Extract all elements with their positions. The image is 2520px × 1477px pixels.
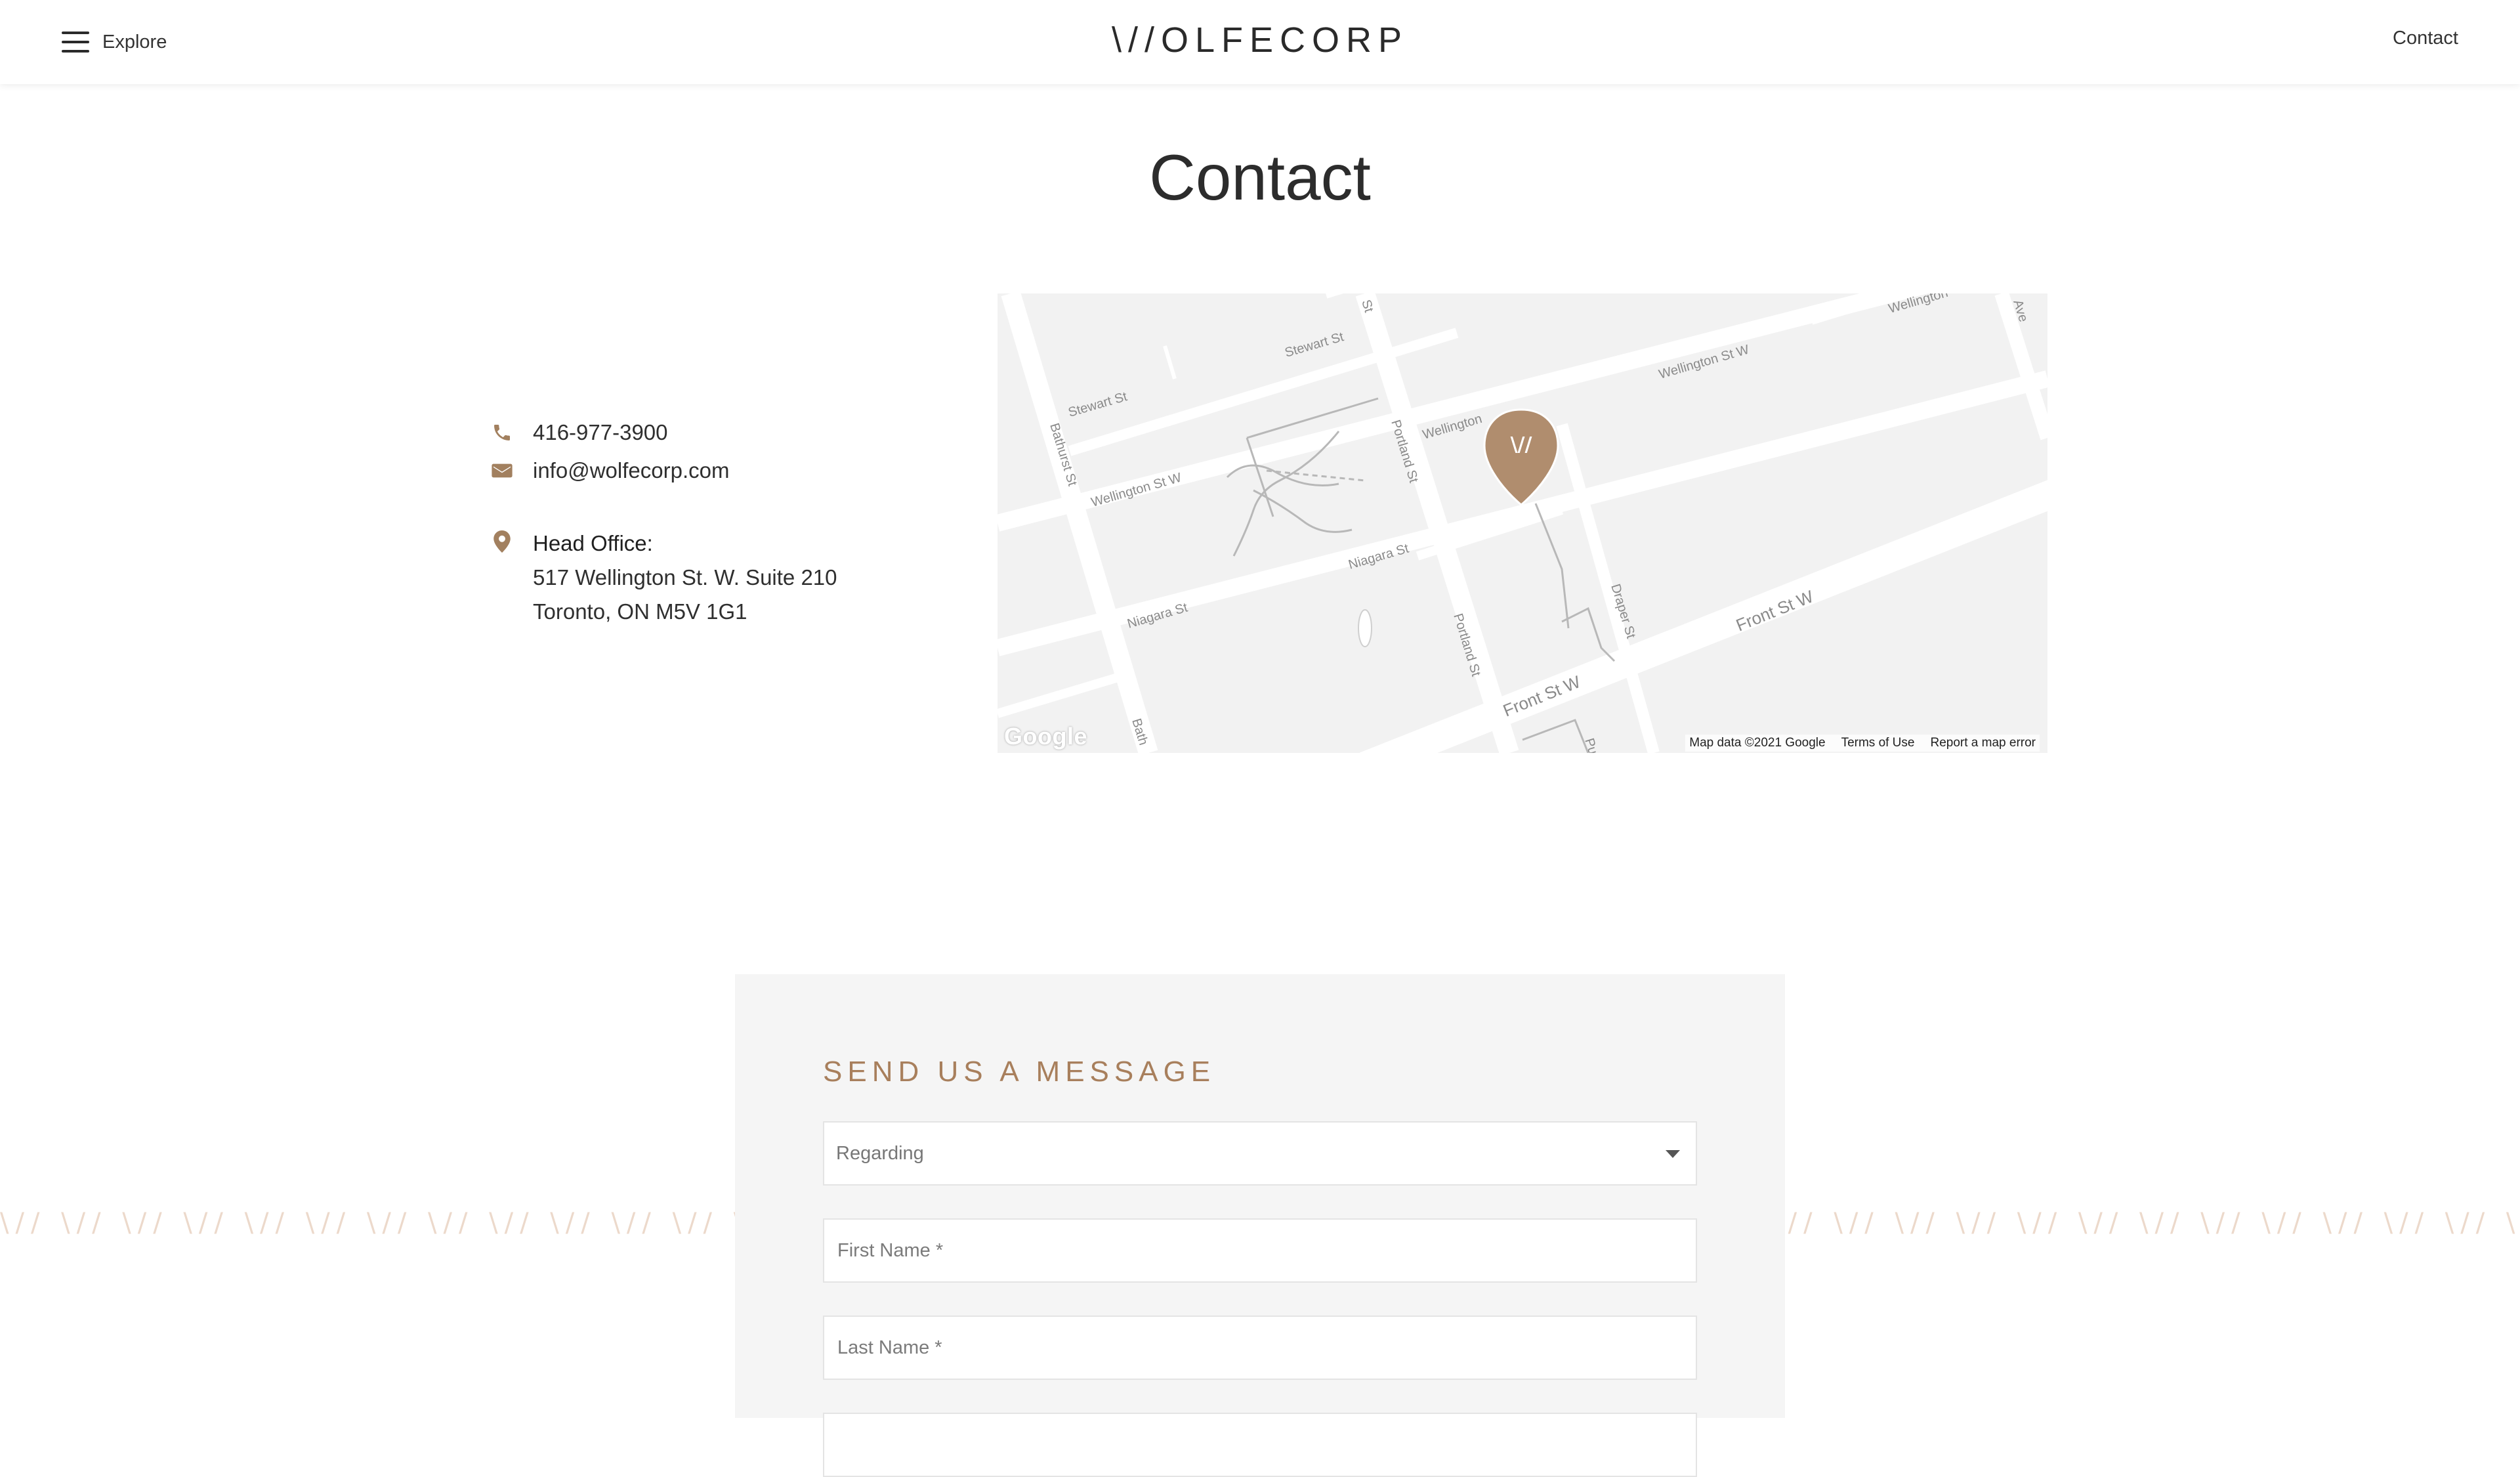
map-label-stewart-right: Stewart St [1283,330,1345,360]
map-label-pu: Pu [1582,737,1600,753]
regarding-select[interactable]: Regarding [823,1121,1697,1186]
first-name-input[interactable] [836,1219,1696,1282]
contact-info: 416-977-3900 info@wolfecorp.com Head Off… [491,414,837,629]
terms-of-use-link[interactable]: Terms of Use [1841,736,1915,750]
phone-row: 416-977-3900 [491,414,837,452]
next-field[interactable] [823,1413,1697,1477]
page-title: Contact [1149,141,1371,213]
first-name-field[interactable] [823,1218,1697,1283]
nav-contact-link[interactable]: Contact [2393,28,2458,49]
report-map-error-link[interactable]: Report a map error [1930,736,2036,750]
message-form: SEND US A MESSAGE Regarding [735,974,1785,1477]
envelope-icon [491,460,513,482]
location-map[interactable]: Bathurst St Bath Stewart St Stewart St W… [998,293,2048,753]
office-label: Head Office: [533,531,653,555]
last-name-field[interactable] [823,1316,1697,1380]
map-canvas: Bathurst St Bath Stewart St Stewart St W… [998,293,2048,753]
google-logo: Google [1004,723,1087,750]
form-title: SEND US A MESSAGE [823,1056,1216,1088]
map-data-text: Map data ©2021 Google [1689,736,1826,750]
last-name-input[interactable] [836,1316,1696,1379]
email-address[interactable]: info@wolfecorp.com [533,458,729,483]
address-line-2: Toronto, ON M5V 1G1 [533,599,747,624]
regarding-label: Regarding [836,1142,924,1164]
phone-icon [491,421,513,444]
site-header: Explore \//OLFECORP Contact [0,0,2520,84]
site-logo[interactable]: \//OLFECORP [0,20,2520,60]
map-label-stewart-left: Stewart St [1066,389,1129,420]
location-pin-icon [491,530,513,553]
map-marker-glyph: \// [1511,433,1532,456]
address-line-1: 517 Wellington St. W. Suite 210 [533,565,837,589]
map-attribution: Map data ©2021 Google Terms of Use Repor… [1685,735,2040,752]
map-marker-icon[interactable]: \// [1483,408,1559,506]
email-row: info@wolfecorp.com [491,452,837,490]
chevron-down-icon [1666,1150,1680,1158]
phone-number[interactable]: 416-977-3900 [533,420,668,445]
address-block: Head Office: 517 Wellington St. W. Suite… [491,526,837,629]
